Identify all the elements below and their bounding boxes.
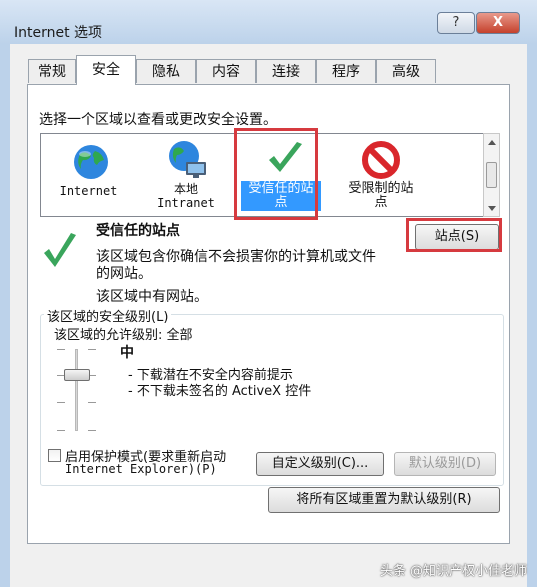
scroll-thumb[interactable] [486, 162, 497, 188]
scroll-down-arrow-icon[interactable] [488, 206, 496, 211]
slider-track [75, 349, 78, 431]
tab-general[interactable]: 常规 [28, 59, 76, 83]
security-level-bullet-2: - 不下载未签名的 ActiveX 控件 [128, 384, 312, 399]
selected-zone-title: 受信任的站点 [96, 223, 180, 239]
watermark-text: 头条 @知识产权小佳老师 [379, 564, 527, 579]
tab-content[interactable]: 内容 [196, 59, 256, 83]
tab-privacy[interactable]: 隐私 [136, 59, 196, 83]
zone-restricted-sites[interactable]: 受限制的站 点 [331, 134, 431, 216]
default-level-button: 默认级别(D) [394, 452, 496, 476]
slider-thumb[interactable] [64, 369, 90, 381]
tab-connections[interactable]: 连接 [256, 59, 316, 83]
selected-zone-sites-note: 该区域中有网站。 [96, 289, 208, 305]
intranet-globe-icon [169, 141, 206, 178]
internet-options-dialog: Internet 选项 ? X 常规 安全 隐私 内容 连接 程序 高级 选择一… [0, 0, 537, 587]
allowed-levels-text: 该区域的允许级别: 全部 [54, 328, 193, 343]
zone-restricted-label-line2: 点 [374, 195, 388, 210]
zone-list-scrollbar[interactable] [483, 133, 500, 217]
trusted-checkmark-icon [44, 233, 76, 267]
zone-intranet-label-line1: 本地 [173, 182, 198, 196]
zone-intranet-label-line2: Intranet [157, 196, 215, 210]
security-level-name: 中 [120, 345, 134, 361]
window-title: Internet 选项 [14, 25, 103, 41]
close-button[interactable]: X [476, 12, 520, 34]
zone-internet[interactable]: Internet [41, 134, 136, 216]
reset-all-zones-button[interactable]: 将所有区域重置为默认级别(R) [268, 487, 500, 513]
scroll-up-arrow-icon[interactable] [488, 140, 496, 145]
sites-button-annotation-box [406, 218, 502, 252]
zone-intranet[interactable]: 本地 Intranet [136, 134, 236, 216]
security-level-group-label: 该区域的安全级别(L) [44, 306, 172, 325]
title-bar: Internet 选项 ? X [0, 0, 537, 44]
custom-level-button[interactable]: 自定义级别(C)... [256, 452, 384, 476]
no-entry-icon [362, 141, 400, 179]
protected-mode-label-line2: Internet Explorer)(P) [65, 462, 217, 476]
selected-zone-description-line2: 的网站。 [96, 266, 152, 282]
security-level-slider[interactable] [54, 347, 100, 433]
protected-mode-checkbox[interactable] [48, 449, 61, 462]
globe-icon [74, 145, 108, 179]
trusted-zone-annotation-box [234, 128, 318, 220]
tab-advanced[interactable]: 高级 [376, 59, 436, 83]
help-button[interactable]: ? [437, 12, 475, 34]
tab-security[interactable]: 安全 [76, 55, 136, 85]
zone-restricted-label-line1: 受限制的站 [348, 181, 414, 196]
zone-internet-label: Internet [59, 184, 118, 198]
tab-programs[interactable]: 程序 [316, 59, 376, 83]
zone-instruction: 选择一个区域以查看或更改安全设置。 [39, 112, 277, 128]
